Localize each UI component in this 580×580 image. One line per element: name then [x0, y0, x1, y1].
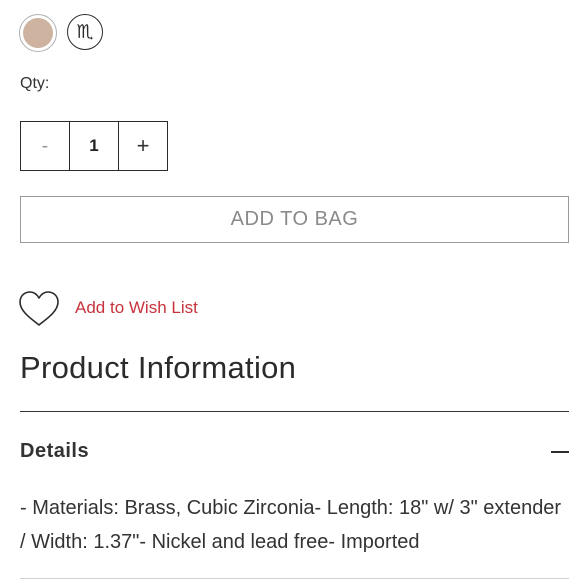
details-description: - Materials: Brass, Cubic Zirconia- Leng…	[20, 497, 562, 553]
qty-label: Qty:	[20, 75, 50, 92]
product-information-title: Product Information	[20, 350, 297, 385]
scorpio-icon: ♏	[76, 21, 94, 43]
qty-decrement-button[interactable]: -	[20, 121, 70, 171]
add-to-wish-list-link[interactable]: Add to Wish List	[75, 298, 198, 318]
color-swatch-rose[interactable]	[19, 14, 57, 52]
minus-icon[interactable]	[551, 451, 569, 453]
heart-icon[interactable]	[18, 290, 60, 328]
qty-increment-button[interactable]: +	[118, 121, 168, 171]
details-divider	[20, 578, 569, 579]
section-divider	[20, 411, 569, 412]
details-accordion-header[interactable]: Details	[20, 440, 89, 463]
scorpio-swatch[interactable]: ♏	[67, 14, 103, 50]
color-swatch-fill	[23, 18, 53, 48]
add-to-bag-button[interactable]: ADD TO BAG	[20, 196, 569, 243]
qty-input[interactable]	[69, 121, 119, 171]
